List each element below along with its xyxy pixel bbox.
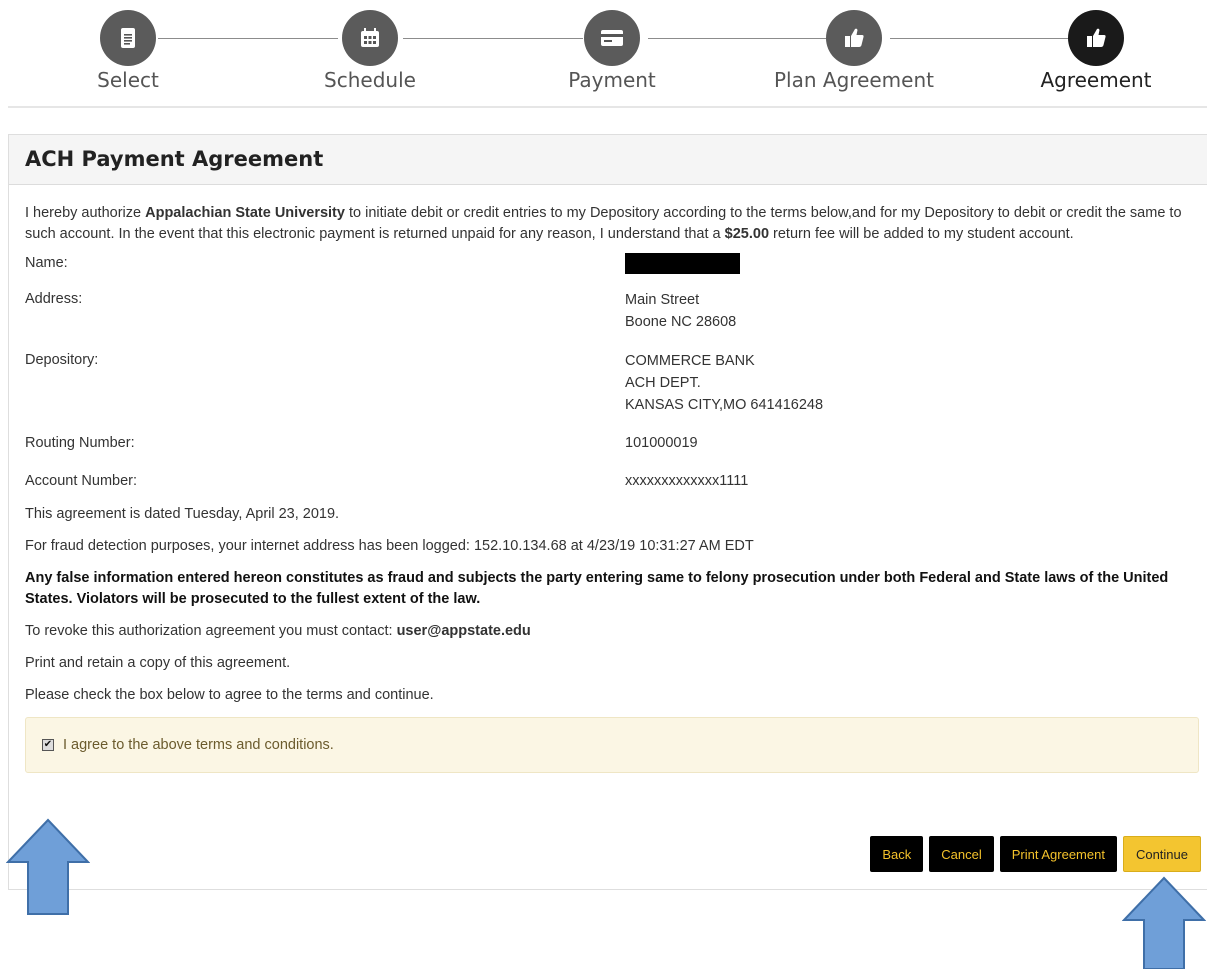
annotation-arrow-up: [1122, 876, 1206, 969]
step-payment: Payment: [492, 0, 732, 92]
action-buttons: Back Cancel Print Agreement Continue: [870, 836, 1201, 872]
credit-card-icon: [584, 10, 640, 66]
account-value: xxxxxxxxxxxxx1111: [625, 473, 749, 490]
contact-email[interactable]: user@appstate.edu: [397, 623, 531, 639]
annotation-arrow-up: [6, 818, 90, 915]
address-label: Address:: [25, 291, 83, 308]
back-button[interactable]: Back: [870, 836, 924, 872]
agreement-date: This agreement is dated Tuesday, April 2…: [25, 506, 340, 523]
revoke-text: To revoke this authorization agreement y…: [25, 623, 397, 640]
fraud-warning: Any false information entered hereon con…: [25, 570, 1169, 608]
page-title: ACH Payment Agreement: [25, 147, 324, 171]
address-line: Boone NC 28608: [625, 314, 737, 331]
progress-stepper: Select Schedule Payment Plan Agreement A…: [8, 0, 1207, 108]
agree-terms-box: ✔ I agree to the above terms and conditi…: [25, 717, 1199, 774]
step-label: Payment: [568, 68, 656, 92]
step-label: Plan Agreement: [774, 68, 934, 92]
print-note: Print and retain a copy of this agreemen…: [25, 655, 291, 672]
routing-row: Routing Number: 101000019: [25, 433, 1199, 454]
panel-header: ACH Payment Agreement: [9, 135, 1207, 185]
name-row: Name:: [25, 253, 1199, 274]
intro-text: return fee will be added to my student a…: [769, 226, 1074, 242]
calendar-icon: [342, 10, 398, 66]
account-row: Account Number: xxxxxxxxxxxxx1111: [25, 471, 1199, 492]
name-label: Name:: [25, 255, 68, 271]
return-fee: $25.00: [724, 226, 770, 242]
address-line: Main Street: [625, 292, 700, 309]
step-agreement: Agreement: [976, 0, 1207, 92]
authorization-text: I hereby authorize Appalachian State Uni…: [25, 203, 1199, 245]
depository-line: KANSAS CITY,MO 641416248: [625, 397, 824, 414]
cancel-button[interactable]: Cancel: [929, 836, 994, 872]
intro-text: I hereby authorize: [25, 205, 146, 221]
address-value: Main Street Boone NC 28608: [625, 289, 1199, 333]
print-agreement-button[interactable]: Print Agreement: [999, 836, 1117, 872]
step-label: Agreement: [1040, 68, 1152, 92]
redaction-bar: [625, 253, 740, 274]
thumbs-up-icon: [826, 10, 882, 66]
thumbs-up-icon: [1068, 10, 1124, 66]
depository-label: Depository:: [25, 352, 99, 369]
depository-value: COMMERCE BANK ACH DEPT. KANSAS CITY,MO 6…: [625, 350, 1199, 416]
continue-button[interactable]: Continue: [1122, 836, 1201, 872]
step-schedule: Schedule: [250, 0, 490, 92]
revoke-notice: To revoke this authorization agreement y…: [25, 621, 1199, 642]
name-value: [625, 253, 1199, 274]
account-label: Account Number:: [25, 473, 138, 490]
panel-body: I hereby authorize Appalachian State Uni…: [9, 185, 1207, 774]
address-row: Address: Main Street Boone NC 28608: [25, 289, 1199, 333]
agreement-panel: ACH Payment Agreement I hereby authorize…: [8, 134, 1207, 890]
depository-row: Depository: COMMERCE BANK ACH DEPT. KANS…: [25, 350, 1199, 416]
depository-line: ACH DEPT.: [625, 375, 701, 392]
document-icon: [100, 10, 156, 66]
step-label: Select: [97, 68, 159, 92]
routing-label: Routing Number:: [25, 435, 135, 452]
agree-label[interactable]: I agree to the above terms and condition…: [63, 735, 334, 756]
step-plan-agreement: Plan Agreement: [734, 0, 974, 92]
university-name: Appalachian State University: [145, 205, 345, 221]
fraud-log-notice: For fraud detection purposes, your inter…: [25, 538, 754, 555]
step-label: Schedule: [324, 68, 416, 92]
depository-line: COMMERCE BANK: [625, 353, 755, 370]
check-note: Please check the box below to agree to t…: [25, 687, 434, 704]
routing-value: 101000019: [625, 435, 698, 452]
agree-checkbox[interactable]: ✔: [42, 739, 54, 752]
step-select: Select: [8, 0, 248, 92]
